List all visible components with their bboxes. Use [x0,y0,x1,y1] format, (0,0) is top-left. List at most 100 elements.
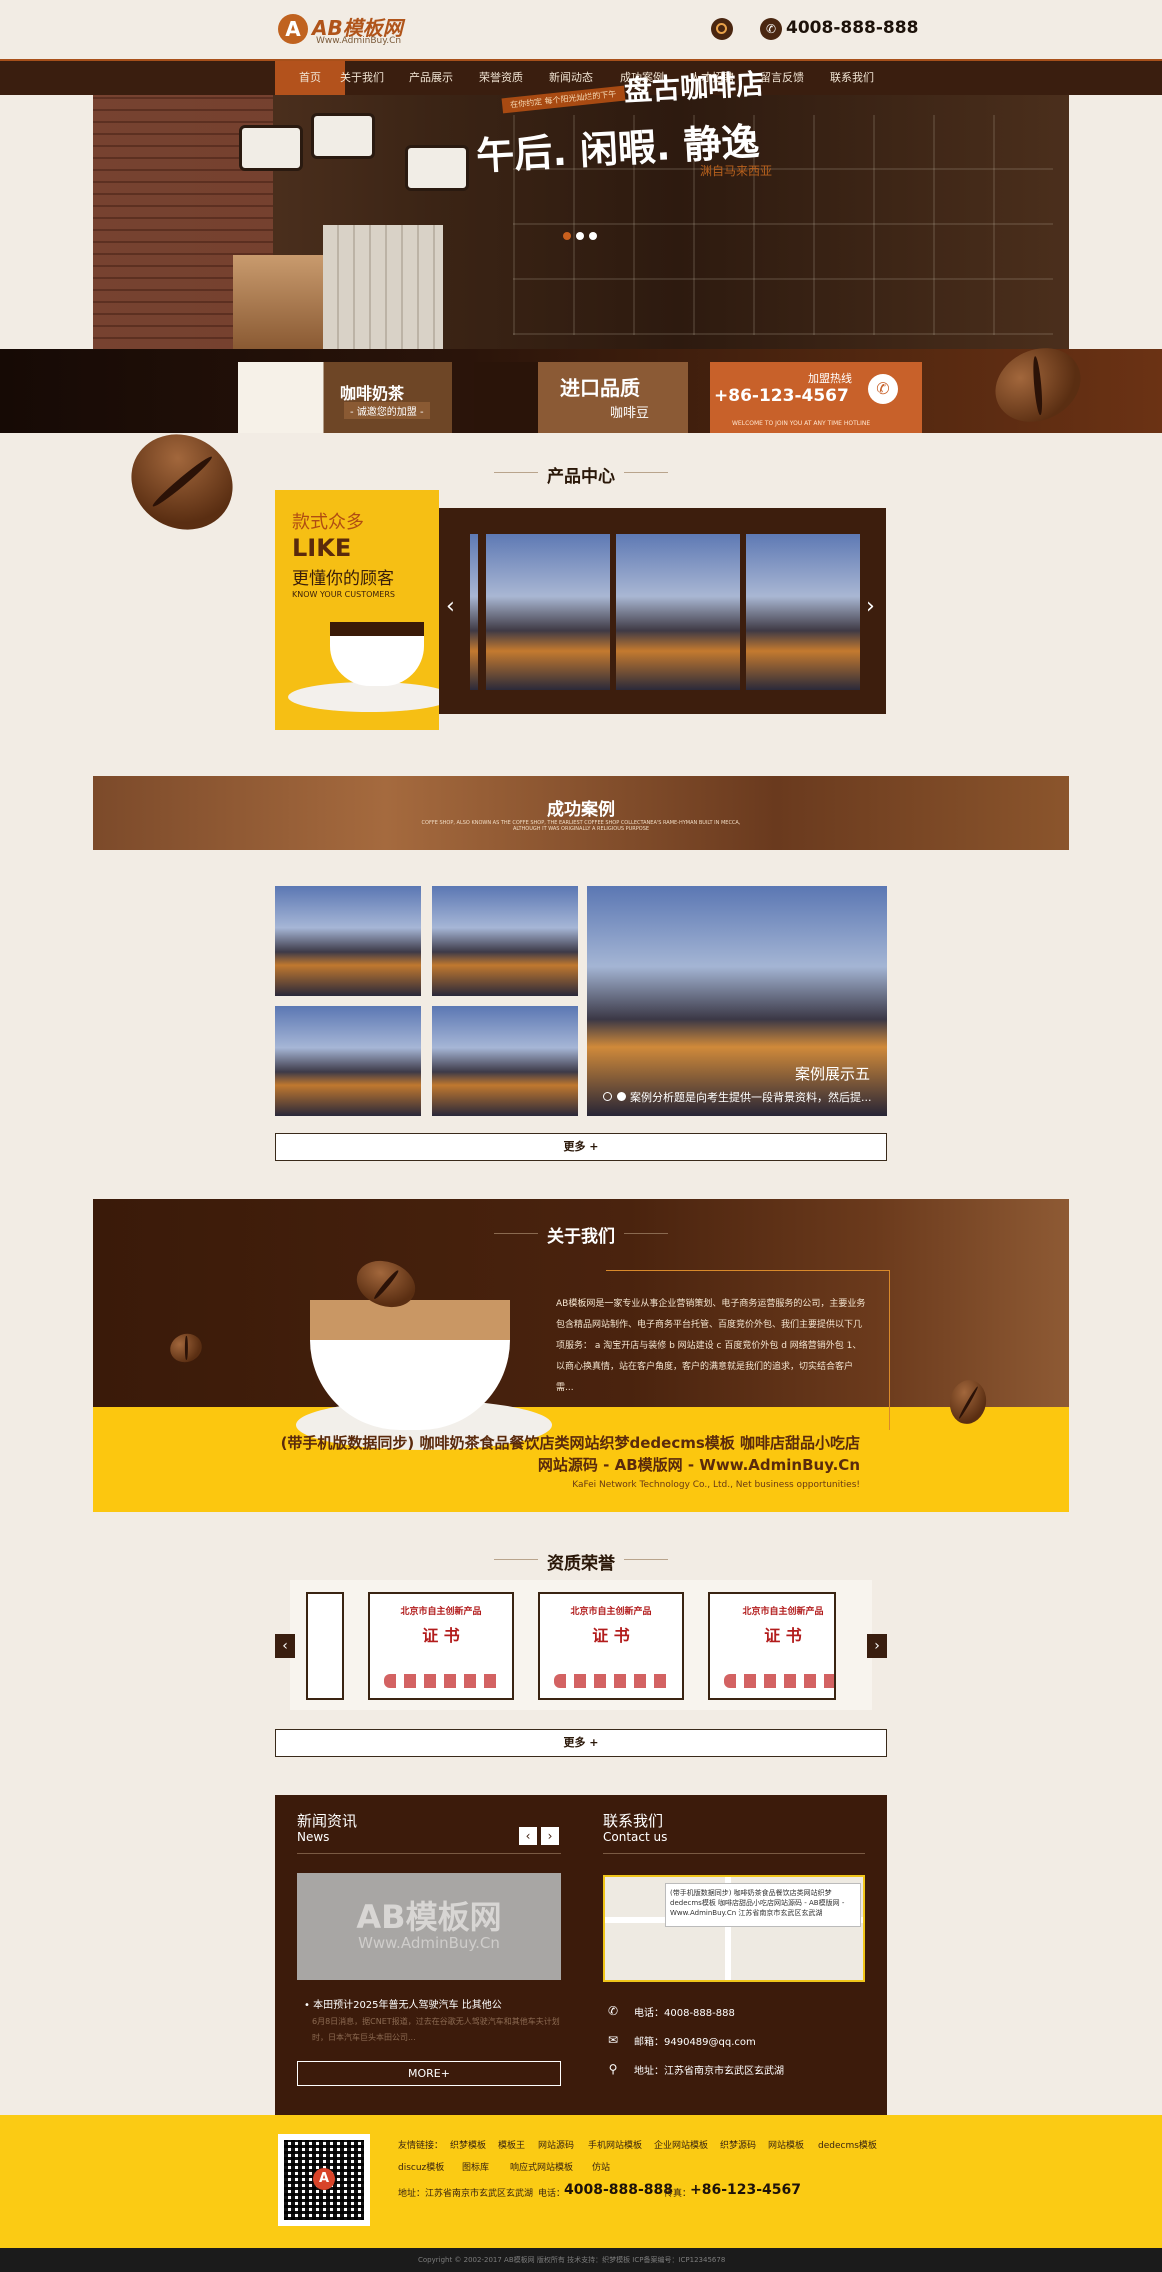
banner-dot-2[interactable] [576,232,584,240]
case-thumbnail[interactable] [275,1006,421,1116]
menu-board [239,125,303,171]
phone-icon: ✆ [607,2004,619,2018]
cases-more-button[interactable]: 更多 + [275,1133,887,1161]
certificate[interactable]: 北京市自主创新产品 证 书 [368,1592,514,1700]
friend-link[interactable]: discuz模板 [398,2160,444,2173]
news-more-button[interactable]: MORE+ [297,2061,561,2086]
news-title: 新闻资讯 [297,1812,358,1830]
news-image-watermark-url: Www.AdminBuy.Cn [358,1934,500,1952]
certificate-title: 证 书 [422,1626,460,1645]
case-thumbnail[interactable] [432,886,578,996]
location-map[interactable]: (带手机版数据同步) 咖啡奶茶食品餐饮店类网站织梦dedecms模板 咖啡店甜品… [603,1875,865,1982]
divider [624,472,668,473]
product-image[interactable] [616,534,740,690]
product-image[interactable] [486,534,610,690]
phone-icon: ✆ [760,18,782,40]
friend-link[interactable]: dedecms模板 [818,2138,877,2151]
menu-board [311,113,375,159]
certificate-heading: 北京市自主创新产品 [742,1607,824,1617]
arrow-right-icon[interactable]: › [866,594,875,619]
ad-milk-tea-title: 咖啡奶茶 [340,384,405,403]
coffee-cup-image [330,622,424,686]
friend-link[interactable]: 织梦源码 [720,2138,756,2151]
contact-title: 联系我们 [603,1812,664,1830]
ad-hotline-english: WELCOME TO JOIN YOU AT ANY TIME HOTLINE [732,420,871,427]
news-english: News [297,1830,330,1844]
divider [624,1233,668,1234]
divider [603,1853,865,1854]
copyright-text: Copyright © 2002-2017 AB模板网 版权所有 技术支持：织梦… [418,2256,726,2264]
nav-item-about[interactable]: 关于我们 [327,61,397,95]
banner-dot-3[interactable] [589,232,597,240]
case-description: 案例分析题是向考生提供一段背景资料，然后提... [630,1091,872,1104]
arrow-right-icon[interactable]: › [541,1827,559,1845]
banner-title: 盘古咖啡店 [623,67,765,108]
footer-address: 地址：江苏省南京市玄武区玄武湖 [398,2189,534,2199]
certificate-heading: 北京市自主创新产品 [400,1607,482,1617]
friend-link[interactable]: 企业网站模板 [654,2138,708,2151]
map-popup: (带手机版数据同步) 咖啡奶茶食品餐饮店类网站织梦dedecms模板 咖啡店甜品… [665,1883,861,1927]
contact-email[interactable]: 邮箱：9490489@qq.com [634,2033,756,2048]
ad-coffee-beans-subtitle: 咖啡豆 [610,406,650,421]
contact-address: 地址：江苏省南京市玄武区玄武湖 [634,2066,784,2077]
about-english: KaFei Network Technology Co., Ltd., Net … [572,1480,860,1490]
footer-fax: +86-123-4567 [690,2182,802,2198]
footer-fax-label: 传真： [664,2189,692,2199]
location-icon: ⚲ [608,2062,618,2076]
ad-hotline-phone: +86-123-4567 [714,386,849,406]
phone-icon: ✆ [868,374,898,404]
friend-link[interactable]: 网站源码 [538,2138,574,2151]
friend-link[interactable]: 手机网站模板 [588,2138,642,2151]
nav-item-honors[interactable]: 荣誉资质 [466,61,536,95]
certificate-seals [384,1674,502,1688]
friend-link[interactable]: 模板王 [498,2138,525,2151]
banner-subtitle: 渊自马来西亚 [700,164,773,178]
about-title: 关于我们 [547,1227,615,1247]
friend-link[interactable]: 织梦模板 [450,2138,486,2151]
menu-board [405,145,469,191]
honors-more-button[interactable]: 更多 + [275,1729,887,1757]
nav-item-products[interactable]: 产品展示 [396,61,466,95]
friend-link[interactable]: 响应式网站模板 [510,2160,573,2173]
ad-milk-tea-subtitle: - 诚邀您的加盟 - [344,402,430,419]
certificate-title: 证 书 [592,1626,630,1645]
banner-dot-1[interactable] [563,232,571,240]
certificate[interactable]: 北京市自主创新产品 证 书 [538,1592,684,1700]
header-hotline: 4008-888-888 [786,18,919,38]
certificate-heading: 北京市自主创新产品 [570,1607,652,1617]
promo-line-3: 更懂你的顾客 [292,569,394,589]
friend-link[interactable]: 网站模板 [768,2138,804,2151]
logo-subtitle: Www.AdminBuy.Cn [316,36,402,46]
cases-subtitle: COFFE SHOP, ALSO KNOWN AS THE COFFE SHOP… [421,820,741,832]
coffee-bean-decoration [113,416,251,548]
arrow-left-icon[interactable]: ‹ [446,594,455,619]
logo-mark[interactable]: A [278,14,308,44]
case-dot-1[interactable] [603,1092,612,1101]
case-dot-2[interactable] [617,1092,626,1101]
certificate-title: 证 书 [764,1626,802,1645]
arrow-left-icon[interactable]: ‹ [275,1634,295,1658]
certificate[interactable] [306,1592,344,1700]
honors-title: 资质荣誉 [547,1554,615,1574]
qr-logo: A [313,2168,335,2190]
arrow-left-icon[interactable]: ‹ [519,1827,537,1845]
friend-link[interactable]: 仿站 [592,2160,610,2173]
friend-link[interactable]: 图标库 [462,2160,489,2173]
email-icon: ✉ [607,2033,619,2047]
search-icon[interactable] [711,18,733,40]
certificate-seals [554,1674,672,1688]
product-image[interactable] [746,534,860,690]
promo-line-2: LIKE [292,534,352,562]
news-headline[interactable]: • 本田预计2025年普无人驾驶汽车 比其他公 [304,1996,502,2011]
certificate[interactable]: 北京市自主创新产品 证 书 [708,1592,836,1700]
contact-english: Contact us [603,1830,668,1844]
product-image[interactable] [470,534,478,690]
ad-coffee-beans-title: 进口品质 [560,376,640,400]
divider [297,1853,561,1854]
arrow-right-icon[interactable]: › [867,1634,887,1658]
case-thumbnail[interactable] [275,886,421,996]
case-thumbnail[interactable] [432,1006,578,1116]
about-headline[interactable]: (带手机版数据同步) 咖啡奶茶食品餐饮店类网站织梦dedecms模板 咖啡店甜品… [270,1432,860,1476]
nav-item-contact[interactable]: 联系我们 [817,61,887,95]
certificate-seals [724,1674,834,1688]
